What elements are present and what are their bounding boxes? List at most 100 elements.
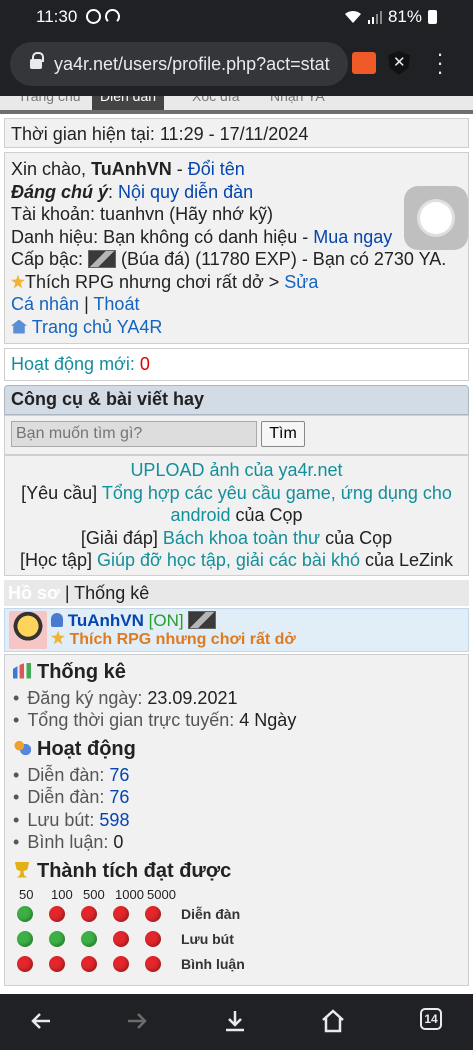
request-item: [Yêu cầu] Tổng hợp các yêu cầu game, ứng… (9, 482, 464, 527)
level-line: Cấp bậc: (Búa đá) (11780 EXP) - Bạn có 2… (11, 248, 462, 271)
status-text: Thích RPG nhưng chơi rất dở > (25, 271, 285, 292)
faq-link[interactable]: Bách khoa toàn thư (163, 528, 320, 548)
user-info-box: Xin chào, TuAnhVN - Đổi tên Đáng chú ý: … (4, 152, 469, 344)
achievements-heading: Thành tích đạt được (13, 860, 460, 883)
people-icon (13, 739, 31, 756)
request-author: của Cọp (230, 505, 303, 525)
signal-icon (367, 11, 382, 24)
tab-switcher-button[interactable]: 14 (420, 1008, 442, 1030)
download-icon[interactable] (220, 1006, 250, 1036)
study-tag: [Học tập] (19, 550, 97, 570)
tab-statistics[interactable]: Thống kê (74, 583, 149, 603)
search-input[interactable] (11, 421, 257, 447)
new-activity-label[interactable]: Hoạt động mới: (11, 354, 140, 374)
browser-toolbar: ya4r.net/users/profile.php?act=stat ✕ · ·… (0, 34, 473, 96)
not-achieved-dot-icon (113, 906, 129, 922)
not-achieved-dot-icon (145, 931, 161, 947)
not-achieved-dot-icon (49, 906, 65, 922)
new-activity-count[interactable]: 0 (140, 354, 150, 374)
web-page: Trang chủ Diễn đàn Xóc đĩa Nhận YA Thời … (0, 96, 473, 994)
personal-link[interactable]: Cá nhân (11, 294, 79, 314)
home-nav-icon[interactable] (318, 1006, 348, 1036)
tools-heading: Công cụ & bài viết hay (4, 385, 469, 415)
faq-tag: [Giải đáp] (80, 527, 163, 548)
online-badge: [ON] (148, 610, 184, 630)
more-menu-icon[interactable]: · · · (432, 43, 448, 83)
forum-label: Diễn đàn: (27, 764, 110, 785)
online-time-value: 4 Ngày (239, 710, 297, 730)
threshold-label: 1000 (115, 886, 144, 902)
tab-get-ya[interactable]: Nhận YA (270, 96, 325, 104)
upload-link[interactable]: UPLOAD ảnh của ya4r.net (130, 460, 342, 480)
reg-value: 23.09.2021 (147, 687, 238, 708)
study-item: [Học tập] Giúp đỡ học tập, giải các bài … (9, 549, 464, 572)
achievement-row: Lưu bút (13, 927, 460, 952)
new-activity[interactable]: Hoạt động mới: 0 (4, 348, 469, 381)
level-text: (Búa đá) (11780 EXP) - Bạn có 2730 YA. (116, 249, 447, 269)
not-achieved-dot-icon (49, 956, 65, 972)
user-icon (51, 612, 63, 627)
tab-dice[interactable]: Xóc đĩa (192, 96, 239, 104)
achievement-label: Bình luận (181, 956, 245, 972)
tab-home[interactable]: Trang chủ (18, 96, 81, 104)
list-item: Bình luận: 0 (13, 831, 460, 854)
achieved-dot-icon (81, 931, 97, 947)
status-time: 11:30 (36, 7, 78, 26)
rename-link[interactable]: Đổi tên (188, 159, 245, 179)
notification-circle-icon (86, 9, 101, 24)
comment-count: 0 (113, 832, 124, 852)
forum-label-2: Diễn đàn: (27, 787, 110, 807)
url-bar[interactable]: ya4r.net/users/profile.php?act=stat (10, 42, 348, 86)
browser-bottom-nav: 14 (0, 994, 473, 1050)
greeting-text: Xin chào, (11, 159, 92, 179)
current-time: Thời gian hiện tại: 11:29 - 17/11/2024 (4, 118, 469, 148)
forum-count-link-2[interactable]: 76 (109, 787, 129, 807)
forum-count-link[interactable]: 76 (109, 765, 129, 785)
shield-extension-icon[interactable]: ✕ (388, 51, 410, 75)
not-achieved-dot-icon (81, 956, 97, 972)
bar-chart-icon (13, 662, 31, 679)
activity-list: Diễn đàn: 76 Diễn đàn: 76 Lưu bút: 598 B… (13, 764, 460, 854)
url-text[interactable]: ya4r.net/users/profile.php?act=stat (54, 54, 330, 75)
avatar[interactable] (9, 610, 47, 649)
clapperboard-extension-icon[interactable] (352, 52, 376, 74)
assistive-touch-button[interactable] (404, 186, 468, 250)
achievement-row: Bình luận (13, 952, 460, 977)
online-time-label: Tổng thời gian trực tuyến: (27, 710, 240, 730)
guestbook-count-link[interactable]: 598 (99, 810, 129, 830)
lock-icon[interactable] (30, 52, 44, 71)
status-right: 81% (344, 7, 437, 27)
logout-link[interactable]: Thoát (93, 294, 139, 314)
edit-status-link[interactable]: Sửa (284, 272, 318, 292)
list-item: Lưu bút: 598 (13, 809, 460, 832)
list-item: Diễn đàn: 76 (13, 764, 460, 787)
tab-forum[interactable]: Diễn đàn (92, 96, 165, 110)
tab-profile[interactable]: Hồ sơ (8, 583, 60, 603)
buy-title-link[interactable]: Mua ngay (313, 227, 392, 247)
forward-arrow-icon (122, 1006, 152, 1036)
threshold-label: 50 (19, 886, 34, 902)
home-line: Trang chủ YA4R (11, 316, 462, 339)
home-link[interactable]: Trang chủ YA4R (32, 317, 163, 337)
statistics-box: Thống kê Đăng ký ngày: 23.09.2021 Tổng t… (4, 653, 469, 986)
faq-author: của Cọp (320, 527, 393, 548)
stats-heading: Thống kê (13, 661, 460, 684)
back-arrow-icon[interactable] (26, 1006, 56, 1036)
list-item: Đăng ký ngày: 23.09.2021 (13, 687, 460, 710)
forum-rules-link[interactable]: Nội quy diễn đàn (118, 182, 253, 202)
study-link[interactable]: Giúp đỡ học tập, giải các bài khó (97, 550, 360, 570)
list-item: Tổng thời gian trực tuyến: 4 Ngày (13, 709, 460, 732)
status-star-icon (51, 630, 65, 645)
wifi-icon (344, 10, 361, 23)
search-form: Tìm (4, 415, 469, 455)
threshold-label: 500 (83, 886, 105, 902)
user-card-username[interactable]: TuAnhVN (68, 611, 144, 630)
status-notification-icons (86, 9, 120, 24)
notice-colon: : (108, 181, 119, 202)
search-button[interactable]: Tìm (261, 421, 305, 447)
greeting-line: Xin chào, TuAnhVN - Đổi tên (11, 158, 462, 181)
greeting-username: TuAnhVN (91, 159, 172, 179)
achievements-grid: 50 100 500 1000 5000 Diễn đàn Lưu bút Bình… (13, 887, 460, 977)
request-tag: [Yêu cầu] (21, 482, 102, 503)
not-achieved-dot-icon (113, 956, 129, 972)
